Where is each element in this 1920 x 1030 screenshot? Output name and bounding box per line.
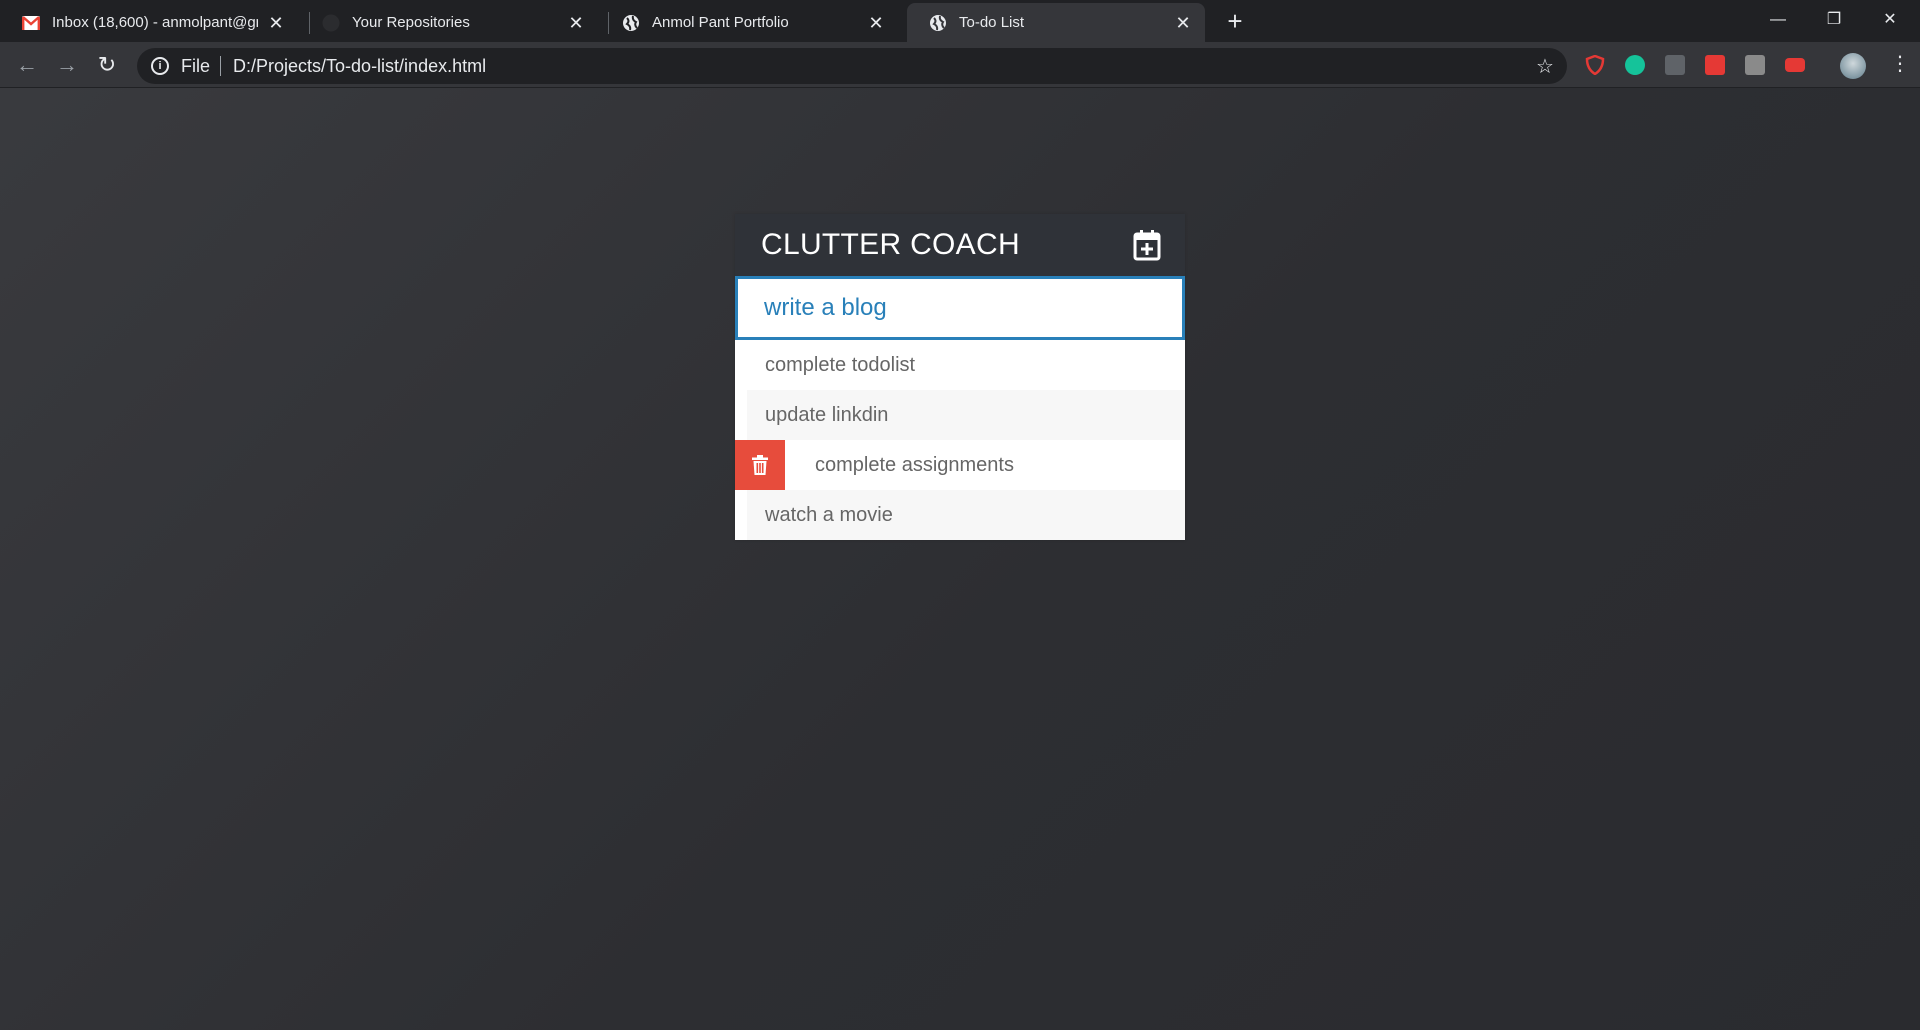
tab-portfolio[interactable]: Anmol Pant Portfolio ✕	[600, 3, 898, 42]
delete-button[interactable]	[735, 390, 747, 440]
todo-card: CLUTTER COACH complete todolist update l…	[735, 214, 1185, 540]
todo-item[interactable]: complete todolist	[735, 340, 1185, 390]
todo-item-text: watch a movie	[765, 504, 893, 526]
calendar-plus-icon[interactable]	[1133, 229, 1161, 261]
reload-icon[interactable]: ↻	[90, 49, 124, 83]
new-todo-input[interactable]	[735, 276, 1185, 340]
minimize-icon[interactable]: —	[1750, 0, 1806, 40]
restore-icon[interactable]: ❐	[1806, 0, 1862, 40]
globe-icon	[622, 14, 640, 32]
tab-title: Anmol Pant Portfolio	[652, 14, 789, 31]
grammarly-icon[interactable]	[1625, 55, 1645, 75]
back-icon[interactable]: ←	[10, 49, 44, 83]
tab-title: Inbox (18,600) - anmolpant@gm	[52, 14, 258, 31]
ublock-icon[interactable]	[1585, 54, 1605, 76]
todo-item-text: update linkdin	[765, 404, 889, 426]
address-url[interactable]: D:/Projects/To-do-list/index.html	[233, 56, 486, 77]
tab-close-icon[interactable]: ✕	[266, 13, 286, 33]
browser-titlebar: Inbox (18,600) - anmolpant@gm ✕ Your Rep…	[0, 0, 1920, 42]
tab-repositories[interactable]: Your Repositories ✕	[300, 3, 598, 42]
tab-title: Your Repositories	[352, 14, 470, 31]
menu-kebab-icon[interactable]: ⋮	[1890, 50, 1910, 78]
todo-item-text: complete todolist	[765, 354, 916, 376]
todo-item-text: complete assignments	[815, 454, 1014, 476]
todo-item[interactable]: complete assignments	[735, 440, 1185, 490]
address-bar[interactable]: i File D:/Projects/To-do-list/index.html	[137, 48, 1567, 84]
tab-close-icon[interactable]: ✕	[566, 13, 586, 33]
avatar[interactable]	[1840, 53, 1866, 79]
todo-header: CLUTTER COACH	[735, 214, 1185, 276]
info-icon[interactable]: i	[151, 57, 169, 75]
todo-list: complete todolist update linkdin complet…	[735, 340, 1185, 540]
e-extension-icon[interactable]	[1745, 55, 1765, 75]
delete-button[interactable]	[735, 490, 747, 540]
tab-title: To-do List	[959, 14, 1025, 31]
delete-button[interactable]	[735, 440, 785, 490]
tab-close-icon[interactable]: ✕	[866, 13, 886, 33]
github-icon	[322, 14, 340, 32]
tab-close-icon[interactable]: ✕	[1173, 13, 1193, 33]
pdf-icon[interactable]	[1665, 55, 1685, 75]
app-title: CLUTTER COACH	[761, 228, 1020, 261]
close-window-icon[interactable]: ✕	[1862, 0, 1918, 40]
todo-item[interactable]: watch a movie	[735, 490, 1185, 540]
gmail-icon	[22, 14, 40, 32]
address-divider	[220, 56, 222, 76]
highlighter-icon[interactable]	[1705, 55, 1725, 75]
forward-icon[interactable]: →	[50, 49, 84, 83]
globe-icon	[929, 14, 947, 32]
site-scheme-label: File	[181, 55, 211, 76]
new-tab-button[interactable]: +	[1220, 7, 1250, 37]
todo-item[interactable]: update linkdin	[735, 390, 1185, 440]
bookmark-star-icon[interactable]: ☆	[1536, 54, 1554, 79]
youtube-extension-icon[interactable]	[1785, 58, 1805, 72]
tab-inbox[interactable]: Inbox (18,600) - anmolpant@gm ✕	[0, 3, 298, 42]
tab-todo-list[interactable]: To-do List ✕	[907, 3, 1205, 42]
trash-icon	[752, 455, 768, 475]
